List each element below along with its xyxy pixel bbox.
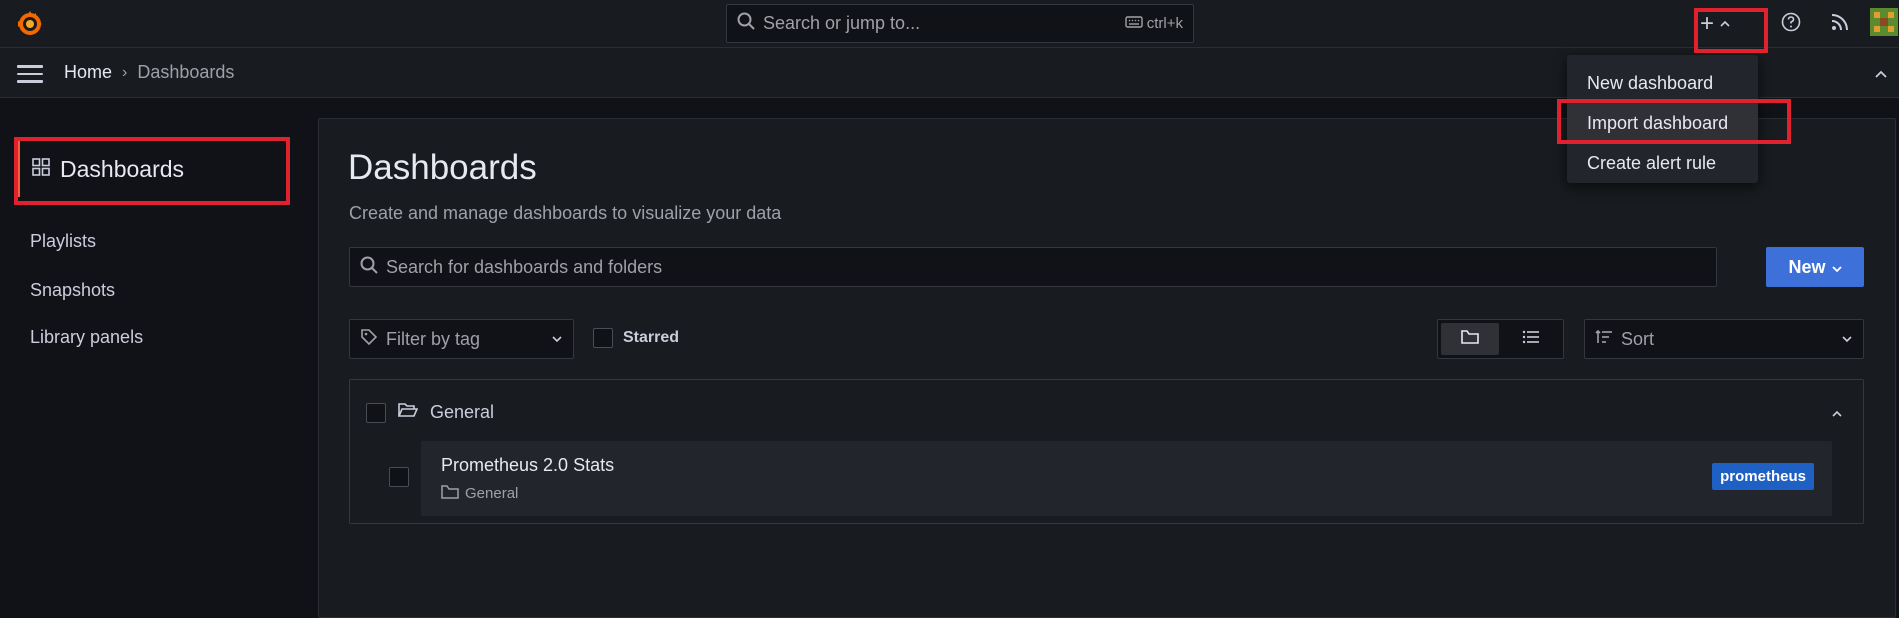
page-title: Dashboards <box>348 148 537 187</box>
sidebar-item-library-panels[interactable]: Library panels <box>30 327 143 348</box>
keyboard-icon <box>1125 15 1143 32</box>
sidebar-item-playlists[interactable]: Playlists <box>30 231 96 252</box>
starred-label: Starred <box>623 329 680 346</box>
folder-icon <box>441 484 459 503</box>
add-new-button[interactable]: + <box>1700 0 1730 48</box>
view-mode-toggle <box>1437 319 1564 359</box>
sort-icon <box>1595 329 1613 350</box>
menu-item-create-alert-rule[interactable]: Create alert rule <box>1567 143 1758 183</box>
news-button[interactable] <box>1830 0 1850 48</box>
sidebar: Dashboards Playlists Snapshots Library p… <box>0 98 318 616</box>
folder-name: General <box>430 402 495 422</box>
search-icon <box>360 256 378 279</box>
chevron-down-icon <box>551 330 563 348</box>
list-view-button[interactable] <box>1503 323 1561 355</box>
dashboard-row[interactable]: Prometheus 2.0 Stats General prometheus <box>421 441 1832 516</box>
chevron-up-icon <box>1720 15 1730 33</box>
new-button[interactable]: New <box>1766 247 1864 287</box>
avatar-icon <box>1870 7 1898 41</box>
breadcrumb-separator: › <box>122 63 128 81</box>
menu-item-import-dashboard[interactable]: Import dashboard <box>1567 103 1758 143</box>
search-icon <box>737 12 755 35</box>
breadcrumb-current: Dashboards <box>137 62 235 82</box>
starred-filter[interactable]: Starred <box>593 328 679 348</box>
dashboard-name[interactable]: Prometheus 2.0 Stats <box>441 455 614 476</box>
dashboard-search-placeholder: Search for dashboards and folders <box>386 256 663 277</box>
sort-select[interactable]: Sort <box>1584 319 1864 359</box>
sidebar-item-snapshots[interactable]: Snapshots <box>30 280 115 301</box>
dashboard-checkbox[interactable] <box>389 467 409 487</box>
sidebar-item-dashboards[interactable]: Dashboards <box>17 141 283 197</box>
chevron-down-icon <box>1841 330 1853 348</box>
folder-open-icon <box>397 402 419 423</box>
sort-placeholder: Sort <box>1621 328 1655 349</box>
help-icon <box>1781 12 1801 37</box>
folder-checkbox[interactable] <box>366 402 386 423</box>
page-subtitle: Create and manage dashboards to visualiz… <box>349 203 782 223</box>
apps-grid-icon <box>32 157 50 181</box>
dashboard-location: General <box>441 484 518 503</box>
tag-badge[interactable]: prometheus <box>1712 463 1814 490</box>
folder-header[interactable]: General <box>366 402 494 423</box>
sidebar-item-label: Dashboards <box>60 155 185 182</box>
dashboard-search-input[interactable]: Search for dashboards and folders <box>349 247 1717 287</box>
tag-filter-placeholder: Filter by tag <box>386 328 481 349</box>
menu-item-new-dashboard[interactable]: New dashboard <box>1567 63 1758 103</box>
help-button[interactable] <box>1781 0 1801 48</box>
tag-filter-select[interactable]: Filter by tag <box>349 319 574 359</box>
breadcrumb-home[interactable]: Home <box>64 62 112 83</box>
main-content-panel <box>318 118 1896 618</box>
collapse-folder-icon[interactable] <box>1831 405 1843 423</box>
folder-icon <box>1460 329 1479 350</box>
chevron-down-icon <box>1831 257 1842 278</box>
folder-view-button[interactable] <box>1441 323 1499 355</box>
keyboard-shortcut-hint: ctrl+k <box>1125 15 1183 32</box>
tag-icon <box>360 328 378 351</box>
rss-icon <box>1830 12 1850 37</box>
menu-toggle-icon[interactable] <box>17 65 43 83</box>
global-search-input[interactable]: Search or jump to... ctrl+k <box>726 4 1194 43</box>
folder-section: General Prometheus 2.0 Stats General pro… <box>349 379 1864 524</box>
user-avatar[interactable] <box>1870 0 1898 48</box>
search-placeholder: Search or jump to... <box>763 13 921 33</box>
breadcrumb: Home › Dashboards <box>64 62 234 83</box>
starred-checkbox[interactable] <box>593 328 613 348</box>
plus-icon: + <box>1700 10 1715 37</box>
list-icon <box>1522 330 1540 349</box>
collapse-chevron-icon[interactable] <box>1874 66 1888 84</box>
grafana-logo-icon[interactable] <box>14 8 46 40</box>
new-dropdown-menu: New dashboard Import dashboard Create al… <box>1567 55 1758 183</box>
top-bar: Search or jump to... ctrl+k + <box>0 0 1899 48</box>
